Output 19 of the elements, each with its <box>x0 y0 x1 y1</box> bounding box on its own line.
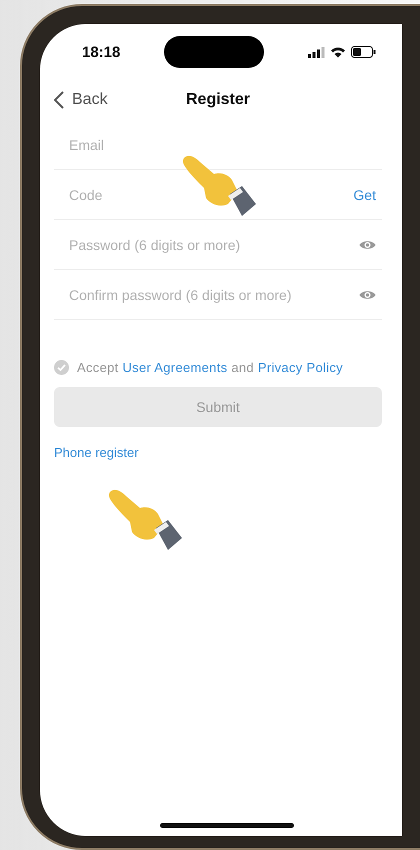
eye-icon[interactable] <box>359 288 376 300</box>
eye-icon[interactable] <box>359 238 376 250</box>
page-title: Register <box>186 91 250 109</box>
battery-icon <box>351 46 376 58</box>
password-field[interactable]: Confirm password (6 digits or more) <box>67 286 359 304</box>
status-time: 18:18 <box>82 44 120 60</box>
password-field[interactable]: Password (6 digits or more) <box>67 236 359 254</box>
code-field[interactable]: Code <box>67 186 354 204</box>
user-agreements-link[interactable]: User Agreements <box>122 360 228 375</box>
checkbox[interactable] <box>54 360 69 375</box>
get-code-button[interactable]: Get <box>353 186 376 202</box>
phone-register-link[interactable]: Phone register <box>54 445 139 460</box>
email-field[interactable]: Email <box>67 136 376 154</box>
wifi-icon <box>330 46 346 58</box>
signal-icon <box>308 46 325 58</box>
agreement-text: Accept User Agreements and Privacy Policy <box>77 360 343 375</box>
back-button[interactable]: Back <box>54 91 108 109</box>
chevron-left-icon[interactable] <box>54 91 64 109</box>
privacy-policy-link[interactable]: Privacy Policy <box>258 360 343 375</box>
